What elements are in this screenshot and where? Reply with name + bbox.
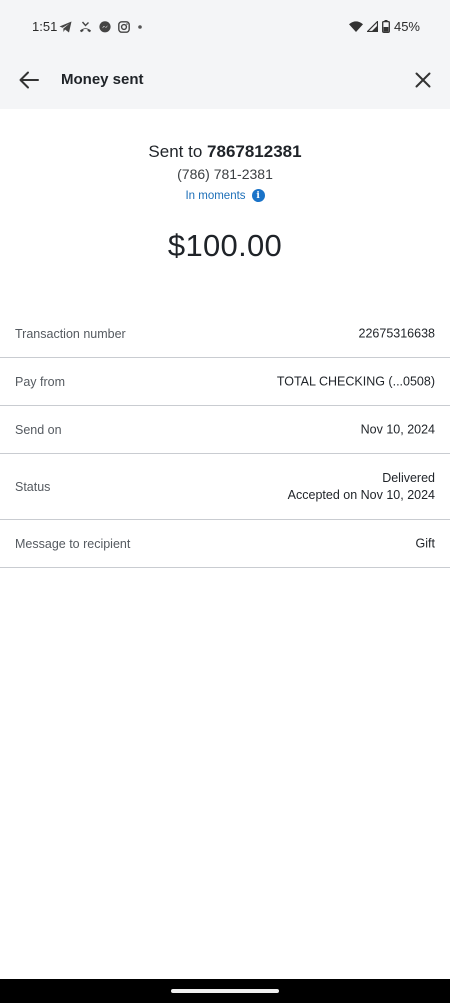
battery-icon <box>382 20 390 33</box>
detail-label: Transaction number <box>15 326 126 341</box>
detail-value: 22675316638 <box>358 326 435 340</box>
sent-to-label: Sent to <box>148 142 203 161</box>
detail-value: Gift <box>415 536 435 550</box>
status-time: 1:51 <box>32 19 58 34</box>
detail-row-status: Status Delivered Accepted on Nov 10, 202… <box>0 454 450 520</box>
delivery-timing[interactable]: In moments i <box>185 189 265 202</box>
page-title: Money sent <box>61 71 144 88</box>
instagram-icon <box>118 21 130 33</box>
detail-value: TOTAL CHECKING (...0508) <box>276 374 435 388</box>
detail-label: Pay from <box>15 374 66 389</box>
detail-label: Send on <box>15 422 62 437</box>
close-button[interactable] <box>408 67 438 97</box>
recipient-number: 7867812381 <box>207 142 302 161</box>
navigation-bar <box>0 979 450 1003</box>
sent-to-line: Sent to 7867812381 <box>0 142 450 162</box>
detail-row-send-on: Send on Nov 10, 2024 <box>0 406 450 454</box>
status-value: Delivered Accepted on Nov 10, 2024 <box>288 470 435 504</box>
detail-label: Status <box>15 479 51 494</box>
back-button[interactable] <box>14 67 44 97</box>
detail-row-message: Message to recipient Gift <box>0 520 450 568</box>
info-icon[interactable]: i <box>251 189 265 202</box>
battery-percentage: 45% <box>393 19 420 34</box>
wifi-icon <box>348 21 363 32</box>
signal-icon <box>366 21 378 32</box>
delivery-timing-label: In moments <box>185 189 246 202</box>
status-delivered: Delivered <box>382 470 435 485</box>
close-icon <box>415 72 431 93</box>
status-bar: 1:51 45% <box>0 0 450 54</box>
detail-label: Message to recipient <box>15 536 131 551</box>
status-accepted-date: Accepted on Nov 10, 2024 <box>287 487 435 502</box>
telegram-icon <box>59 21 72 33</box>
transaction-details: Transaction number 22675316638 Pay from … <box>0 310 450 568</box>
home-indicator[interactable] <box>171 989 279 993</box>
arrow-left-icon <box>19 71 39 94</box>
detail-row-pay-from: Pay from TOTAL CHECKING (...0508) <box>0 358 450 406</box>
notification-dot-icon <box>137 24 143 30</box>
system-status: 45% <box>348 19 420 34</box>
missed-call-icon <box>79 21 92 33</box>
notification-icons <box>59 19 143 35</box>
detail-row-transaction-number: Transaction number 22675316638 <box>0 310 450 358</box>
messenger-icon <box>99 21 111 33</box>
app-bar: Money sent <box>0 54 450 109</box>
amount: $100.00 <box>167 227 283 263</box>
detail-value: Nov 10, 2024 <box>360 422 435 436</box>
payment-summary: Sent to 7867812381 (786) 781-2381 In mom… <box>0 109 450 264</box>
recipient-phone: (786) 781-2381 <box>177 166 273 182</box>
